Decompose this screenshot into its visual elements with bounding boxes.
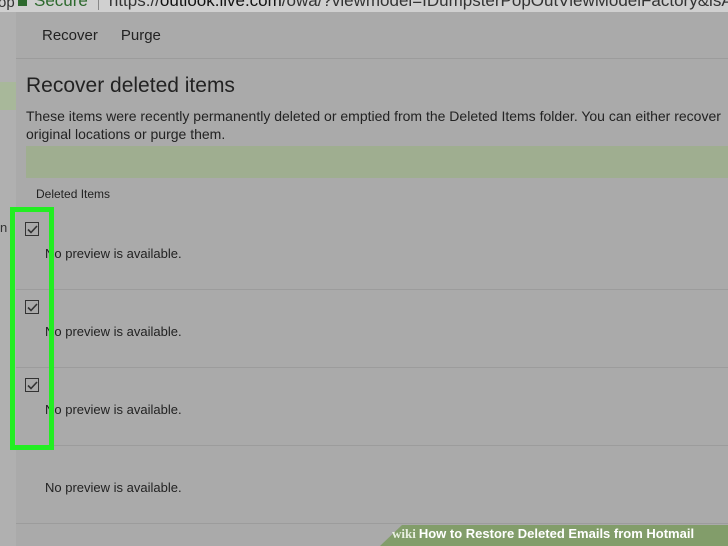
item-preview: No preview is available. <box>45 480 182 495</box>
purge-button[interactable]: Purge <box>121 27 161 44</box>
item-preview: No preview is available. <box>45 324 182 339</box>
dialog-description: These items were recently permanently de… <box>26 108 721 142</box>
url-path: /owa/?viewmodel=IDumpsterPopOutViewModel… <box>281 0 728 10</box>
lock-icon <box>18 0 27 6</box>
toolbar-divider <box>16 58 728 59</box>
item-preview: No preview is available. <box>45 402 182 417</box>
url-separator <box>97 0 99 10</box>
background-page-text: n <box>0 220 8 235</box>
background-tab-fragment: op <box>0 0 15 11</box>
dialog-title: Recover deleted items <box>26 74 235 97</box>
recover-button[interactable]: Recover <box>42 27 98 44</box>
item-preview: No preview is available. <box>45 246 182 261</box>
list-item[interactable]: No preview is available. <box>16 212 728 290</box>
toolbar: Recover Purge <box>16 12 728 58</box>
list-item[interactable]: No preview is available. <box>16 446 728 524</box>
background-page-highlight <box>0 82 16 110</box>
column-header-deleted-items: Deleted Items <box>36 187 111 201</box>
url-display[interactable]: Secure https://outlook.live.com/owa/?vie… <box>18 0 728 11</box>
list-item[interactable]: No preview is available. <box>16 290 728 368</box>
wikihow-logo: wiki <box>392 526 416 541</box>
wikihow-banner-text: wiki How to Restore Deleted Emails from H… <box>392 526 694 542</box>
list-item[interactable]: No preview is available. <box>16 368 728 446</box>
checkbox-highlight-frame <box>10 207 54 450</box>
url-prefix: https:// <box>108 0 160 10</box>
highlight-fill <box>20 217 54 450</box>
browser-address-bar[interactable]: op Secure https://outlook.live.com/owa/?… <box>0 0 728 12</box>
info-bar <box>26 146 728 178</box>
secure-label: Secure <box>34 0 88 10</box>
url-host: outlook.live.com <box>159 0 282 10</box>
recover-deleted-items-dialog: Recover Purge Recover deleted items Thes… <box>16 12 728 546</box>
wikihow-title: How to Restore Deleted Emails from Hotma… <box>418 526 695 541</box>
